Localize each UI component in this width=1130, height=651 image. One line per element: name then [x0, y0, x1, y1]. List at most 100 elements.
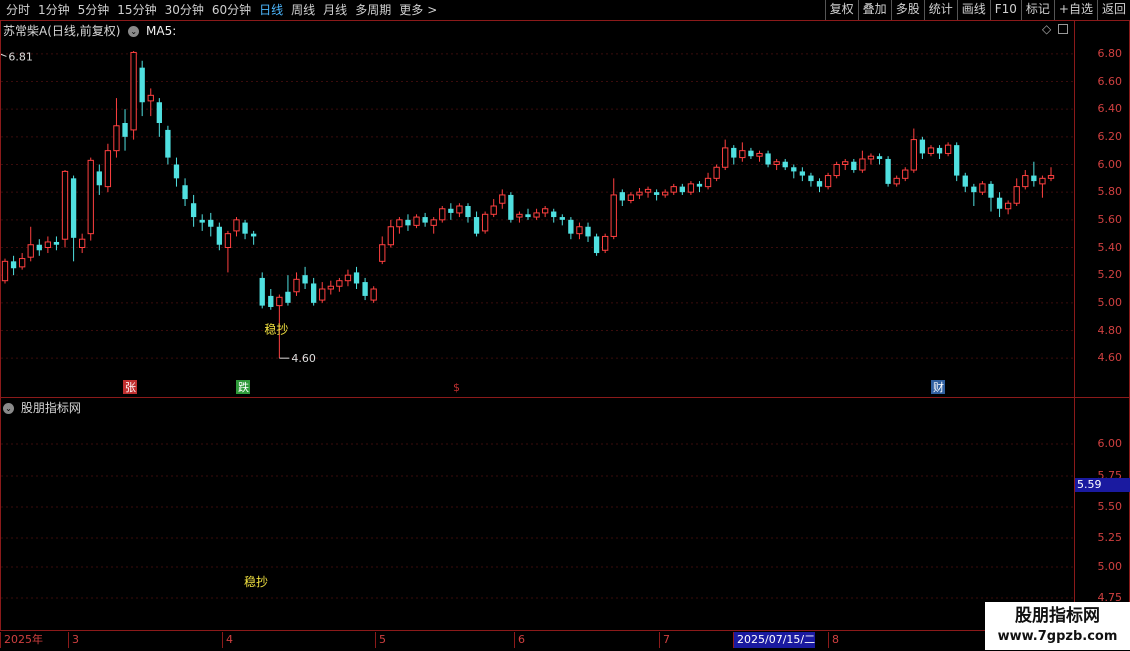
current-value-badge: 5.59: [1075, 478, 1130, 492]
price-tick: 5.60: [1097, 212, 1123, 226]
candle-body-down: [585, 226, 591, 237]
candle-body-up: [387, 226, 394, 246]
candle-body-up: [842, 161, 849, 166]
date-tick: 5: [375, 632, 386, 648]
candle-body-down: [799, 171, 806, 176]
candle-body-up: [44, 241, 52, 248]
candle-body-down: [971, 186, 977, 193]
toolbar-button-6[interactable]: 标记: [1020, 0, 1054, 20]
price-tick: 4.60: [1097, 351, 1123, 365]
candle-body-up: [1039, 177, 1046, 185]
period-tab-10[interactable]: 更多: [395, 0, 427, 20]
candle-body-down: [285, 291, 291, 303]
candle-body-down: [808, 175, 814, 182]
period-tab-2[interactable]: 5分钟: [74, 0, 114, 20]
candle-body-up: [336, 280, 343, 287]
candle-body-up: [627, 194, 635, 201]
toolbar-button-1[interactable]: 叠加: [857, 0, 891, 20]
sub-indicator-grid: [1, 443, 1073, 599]
high-price-label: 6.81: [8, 50, 33, 63]
toolbar-button-7[interactable]: +自选: [1053, 0, 1097, 20]
toolbar-button-3[interactable]: 统计: [923, 0, 957, 20]
candle-body-up: [662, 191, 669, 196]
candle-body-up: [293, 278, 300, 293]
watermark-title: 股朋指标网: [1015, 606, 1100, 626]
candle-body-down: [936, 147, 943, 154]
price-tick: 6.20: [1097, 129, 1123, 143]
period-tab-0[interactable]: 分时: [2, 0, 34, 20]
period-tab-3[interactable]: 15分钟: [113, 0, 160, 20]
candle-body-up: [1013, 186, 1020, 204]
toolbar-button-2[interactable]: 多股: [890, 0, 924, 20]
price-tick: 4.80: [1097, 323, 1123, 337]
toolbar-button-4[interactable]: 画线: [956, 0, 990, 20]
candle-body-up: [490, 205, 497, 215]
candle-body-down: [508, 194, 514, 220]
toolbar-button-0[interactable]: 复权: [824, 0, 858, 20]
date-tick: 8: [828, 632, 839, 648]
site-watermark: 股朋指标网 www.7gpzb.com: [985, 602, 1130, 650]
candle-body-up: [944, 144, 952, 154]
candle-body-down: [165, 129, 171, 158]
candle-body-up: [396, 219, 403, 228]
period-tab-8[interactable]: 月线: [319, 0, 351, 20]
date-tick: 7: [659, 632, 670, 648]
candle-body-up: [379, 244, 386, 262]
candle-body-down: [1031, 175, 1037, 182]
candle-body-down: [242, 222, 248, 234]
date-tick: 3: [68, 632, 79, 648]
period-tab-9[interactable]: 多周期: [351, 0, 395, 20]
candle-body-down: [885, 158, 891, 184]
candle-body-up: [233, 219, 240, 232]
candle-body-down: [173, 164, 180, 179]
more-arrow-icon[interactable]: >: [427, 0, 441, 20]
candle-body-up: [687, 183, 695, 193]
sub-signal-label: 稳抄: [244, 575, 269, 589]
candle-body-up: [670, 186, 677, 193]
candle-body-down: [962, 175, 968, 187]
candle-body-down: [593, 236, 600, 254]
toolbar-button-8[interactable]: 返回: [1096, 0, 1130, 20]
candle-body-up: [27, 244, 34, 258]
high-pointer: [1, 53, 7, 57]
price-tick: 5.80: [1097, 185, 1123, 199]
watermark-url: www.7gpzb.com: [997, 629, 1118, 644]
candle-body-down: [362, 282, 368, 296]
candle-body-down: [259, 277, 265, 306]
period-tab-4[interactable]: 30分钟: [161, 0, 208, 20]
price-tick: 5.40: [1097, 240, 1123, 254]
price-tick: 6.40: [1097, 102, 1123, 116]
candle-body-up: [370, 288, 377, 301]
candle-body-down: [988, 183, 994, 198]
value-tick: 5.50: [1097, 500, 1123, 513]
candle-body-up: [602, 235, 609, 251]
event-marker-1: 跌: [238, 380, 249, 394]
event-marker-0: 张: [125, 381, 136, 394]
candle-body-up: [130, 51, 137, 131]
period-tab-5[interactable]: 60分钟: [208, 0, 255, 20]
candle-body-up: [533, 212, 540, 218]
value-tick: 6.00: [1097, 437, 1123, 450]
candle-body-up: [713, 166, 720, 179]
candle-body-up: [61, 170, 69, 240]
candlestick-chart: 6.81 4.60 稳抄张 跌 $ 财: [1, 50, 1073, 394]
date-tick: 4: [222, 632, 233, 648]
candle-body-up: [979, 183, 986, 193]
candle-body-up: [833, 164, 840, 177]
candle-body-up: [276, 296, 283, 307]
period-tab-7[interactable]: 周线: [287, 0, 319, 20]
price-tick: 5.20: [1097, 268, 1123, 282]
candle-body-down: [353, 272, 360, 284]
candle-body-down: [996, 197, 1003, 209]
toolbar-button-5[interactable]: F10: [989, 0, 1021, 20]
candle-body-down: [619, 192, 625, 201]
candle-body-down: [473, 217, 480, 234]
candle-body-up: [859, 158, 866, 171]
candle-body-down: [208, 219, 214, 227]
candle-body-up: [704, 177, 712, 188]
period-tab-1[interactable]: 1分钟: [34, 0, 74, 20]
candle-body-up: [79, 238, 86, 248]
candle-body-down: [122, 123, 128, 137]
candle-body-down: [876, 156, 883, 159]
period-tab-6[interactable]: 日线: [255, 0, 287, 20]
